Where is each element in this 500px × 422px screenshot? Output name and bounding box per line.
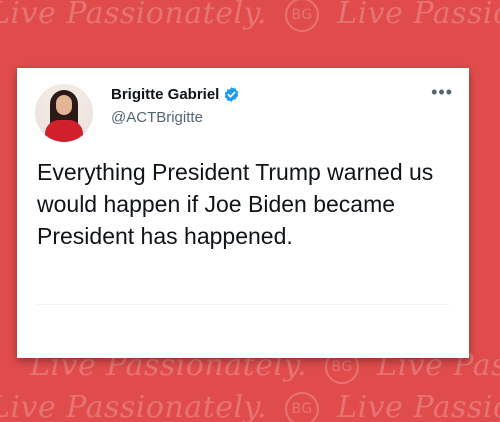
author-handle[interactable]: @ACTBrigitte (111, 109, 203, 126)
watermark-row: Live Passionately. BG Live Passionately. (0, 390, 500, 422)
watermark-text: Live Passionately. (0, 390, 268, 422)
monogram-logo: BG (285, 0, 320, 32)
tweet-card: Brigitte Gabriel @ACTBrigitte ••• Everyt… (17, 68, 469, 358)
avatar[interactable] (35, 84, 93, 142)
author-row: Brigitte Gabriel (111, 86, 240, 103)
monogram-logo: BG (285, 392, 320, 422)
watermark-text: Live Passionately. (337, 0, 500, 31)
watermark-row: Live Passionately. BG Live Passionately. (0, 0, 500, 32)
watermark-text: Live Passionately. (0, 0, 268, 31)
watermark-text: Live Passionately. (337, 390, 500, 422)
more-options-icon[interactable]: ••• (431, 82, 453, 103)
divider (37, 304, 449, 305)
author-name[interactable]: Brigitte Gabriel (111, 86, 219, 103)
verified-badge-icon (223, 86, 240, 103)
tweet-text: Everything President Trump warned us wou… (37, 159, 434, 249)
